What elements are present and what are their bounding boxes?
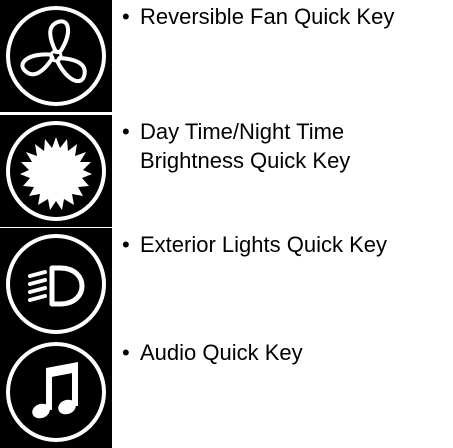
brightness-quick-key-tile	[0, 115, 112, 227]
brightness-sun-icon	[6, 121, 106, 221]
exterior-lights-quick-key-label: Exterior Lights Quick Key	[140, 232, 387, 257]
bullet: •	[122, 232, 130, 257]
fan-quick-key-tile	[0, 0, 112, 112]
fan-quick-key-label: Reversible Fan Quick Key	[140, 4, 395, 29]
exterior-lights-quick-key-tile	[0, 228, 112, 340]
audio-quick-key-tile	[0, 336, 112, 448]
bullet: •	[122, 119, 130, 144]
fan-icon	[6, 6, 106, 106]
brightness-quick-key-label: Day Time/Night Time Brightness Quick Key	[140, 119, 351, 173]
bullet: •	[122, 4, 130, 29]
audio-quick-key-label: Audio Quick Key	[140, 340, 303, 365]
audio-note-icon	[6, 342, 106, 442]
bullet: •	[122, 340, 130, 365]
exterior-lights-icon	[6, 234, 106, 334]
